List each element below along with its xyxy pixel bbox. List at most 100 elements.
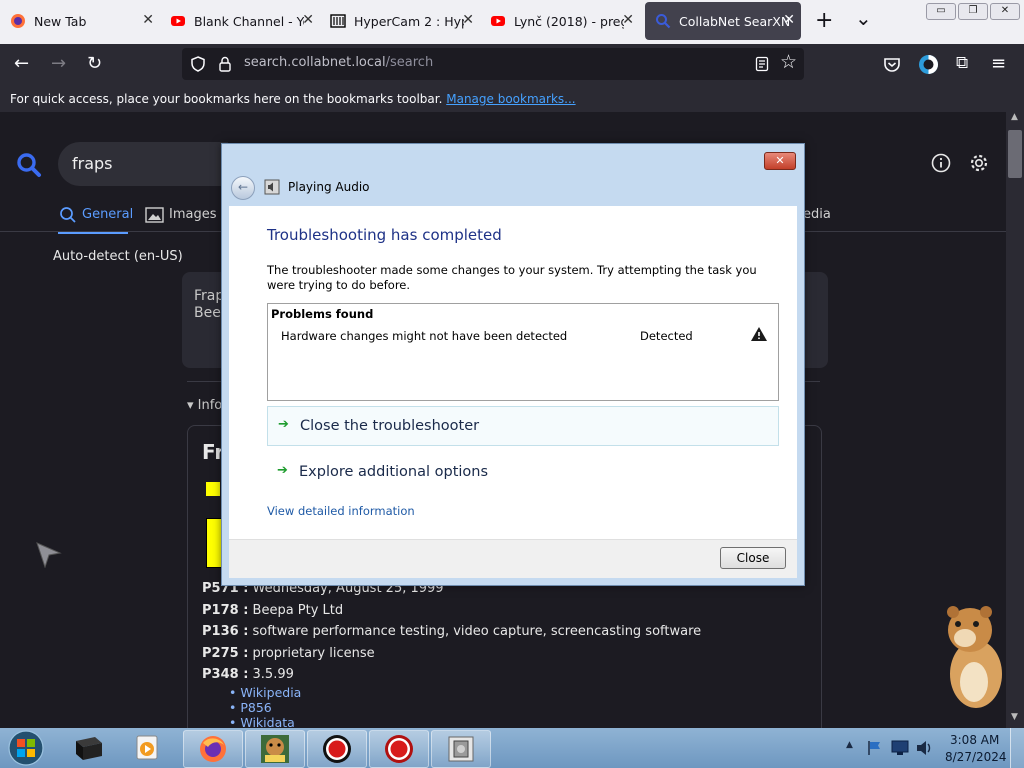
taskbar-recorder-button-2[interactable] (369, 730, 429, 768)
start-button-icon[interactable] (6, 729, 46, 767)
url-bar[interactable]: search.collabnet.local/search ☆ (182, 48, 804, 80)
network-monitor-icon[interactable] (891, 740, 909, 756)
volume-icon[interactable] (915, 739, 933, 757)
property-row: P178 : Beepa Pty Ltd (202, 600, 701, 622)
link-item[interactable]: • P856 (229, 700, 301, 715)
close-tab-icon[interactable]: ✕ (142, 12, 154, 28)
wikipedia-link[interactable]: Wikipedia (240, 685, 301, 700)
speaker-icon (264, 179, 280, 195)
active-tab-indicator (58, 232, 128, 234)
dialog-body: Troubleshooting has completed The troubl… (229, 206, 797, 539)
clock-time[interactable]: 3:08 AM (950, 733, 999, 747)
problem-text: Hardware changes might not have been det… (281, 329, 568, 343)
youtube-icon (491, 16, 505, 26)
extensions-icon[interactable]: ⧉ (956, 53, 968, 73)
minimize-button[interactable]: ▭ (926, 3, 956, 20)
close-tab-icon[interactable]: ✕ (462, 12, 474, 28)
tab-lync[interactable]: Lynč (2018) - pregn ✕ (480, 2, 640, 40)
infobox-toggle[interactable]: ▾ Info (187, 398, 222, 413)
action-center-flag-icon[interactable] (866, 739, 884, 757)
dialog-heading: Troubleshooting has completed (267, 226, 502, 244)
scroll-up-icon[interactable]: ▲ (1011, 112, 1018, 122)
property-key: P275 : (202, 645, 249, 661)
property-key: P178 : (202, 602, 249, 618)
clock-date[interactable]: 8/27/2024 (945, 750, 1007, 764)
property-row: P275 : proprietary license (202, 643, 701, 665)
bookmarks-hint: For quick access, place your bookmarks h… (10, 92, 443, 106)
menu-icon[interactable]: ≡ (991, 53, 1006, 74)
bookmarks-toolbar: For quick access, place your bookmarks h… (0, 86, 1024, 112)
forward-arrow-icon[interactable]: → (51, 53, 66, 74)
tab-list-button[interactable]: ⌄ (855, 6, 872, 30)
url-path: /search (385, 55, 434, 70)
search-input[interactable]: fraps (58, 142, 228, 186)
taskbar: ▲ 3:08 AM 8/27/2024 (0, 728, 1024, 768)
dialog-description: The troubleshooter made some changes to … (267, 263, 757, 292)
search-icon (60, 207, 76, 223)
window-close-button[interactable]: ✕ (990, 3, 1020, 20)
tab-hypercam[interactable]: HyperCam 2 : Hype ✕ (320, 2, 480, 40)
option-label: Close the troubleshooter (300, 418, 480, 434)
search-query: fraps (72, 154, 113, 173)
link-item[interactable]: • Wikipedia (229, 685, 301, 700)
tab-label: General (82, 207, 134, 222)
hamster-app-icon (261, 735, 289, 763)
property-value: 3.5.99 (252, 667, 294, 682)
close-troubleshooter-option[interactable]: ➔ Close the troubleshooter (267, 406, 779, 446)
page-scrollbar[interactable]: ▲ ▼ (1006, 112, 1024, 728)
close-tab-icon[interactable]: ✕ (783, 12, 795, 28)
scrollbar-thumb[interactable] (1008, 130, 1022, 178)
explore-options-option[interactable]: ➔ Explore additional options (267, 454, 777, 490)
reload-icon[interactable]: ↻ (87, 53, 102, 74)
back-arrow-icon[interactable]: ← (231, 176, 255, 200)
media-player-icon[interactable] (134, 734, 162, 762)
manage-bookmarks-link[interactable]: Manage bookmarks... (446, 92, 575, 106)
close-button[interactable]: Close (720, 547, 786, 569)
restore-button[interactable]: ❐ (958, 3, 988, 20)
hamster-sticker-icon (947, 606, 1002, 708)
dialog-close-icon[interactable]: ✕ (764, 152, 796, 170)
infobox-properties: P571 : Wednesday, August 25, 1999 P178 :… (202, 578, 701, 686)
archive-icon (330, 14, 346, 28)
url-text[interactable]: search.collabnet.local/search (244, 55, 433, 70)
taskbar-recorder-button[interactable] (307, 730, 367, 768)
tab-new-tab[interactable]: New Tab ✕ (0, 2, 160, 40)
back-arrow-icon[interactable]: ← (14, 53, 29, 74)
green-arrow-icon: ➔ (278, 417, 289, 432)
taskbar-hamster-app-button[interactable] (245, 730, 305, 768)
scroll-down-icon[interactable]: ▼ (1011, 712, 1018, 722)
property-key: P136 : (202, 624, 249, 639)
lock-icon[interactable] (218, 56, 232, 72)
account-icon[interactable] (918, 54, 939, 75)
problem-status: Detected (640, 329, 693, 343)
property-value: software performance testing, video capt… (252, 624, 702, 639)
view-details-link[interactable]: View detailed information (267, 504, 415, 518)
new-tab-button[interactable]: + (815, 8, 833, 33)
language-selector[interactable]: Auto-detect (en-US) (53, 249, 183, 264)
shield-icon[interactable] (190, 56, 206, 72)
dialog-footer: Close (229, 539, 797, 578)
close-tab-icon[interactable]: ✕ (622, 12, 634, 28)
answer-line: Frap (194, 288, 225, 304)
terminal-app-icon[interactable] (73, 733, 105, 763)
searxng-logo-icon[interactable] (16, 152, 42, 178)
reader-view-icon[interactable] (754, 56, 770, 72)
tab-blank-channel[interactable]: Blank Channel - You ✕ (160, 2, 320, 40)
taskbar-troubleshooter-button[interactable] (431, 730, 491, 768)
tab-wikipedia-partial[interactable]: edia (803, 207, 831, 222)
firefox-icon (11, 14, 25, 28)
tab-collabnet-searxng[interactable]: CollabNet SearXNG ✕ (645, 2, 801, 40)
bookmark-star-icon[interactable]: ☆ (780, 51, 797, 73)
pocket-icon[interactable] (883, 57, 901, 73)
option-label: Explore additional options (299, 464, 489, 480)
settings-gear-icon[interactable] (968, 152, 990, 174)
info-icon[interactable] (931, 153, 951, 173)
searxng-icon (656, 14, 671, 29)
show-hidden-icons-icon[interactable]: ▲ (846, 740, 853, 750)
close-tab-icon[interactable]: ✕ (302, 12, 314, 28)
taskbar-firefox-button[interactable] (183, 730, 243, 768)
show-desktop-button[interactable] (1010, 728, 1024, 768)
tab-title: CollabNet SearXNG (679, 13, 789, 29)
website-link[interactable]: P856 (240, 700, 271, 715)
fraps-logo (206, 518, 222, 568)
